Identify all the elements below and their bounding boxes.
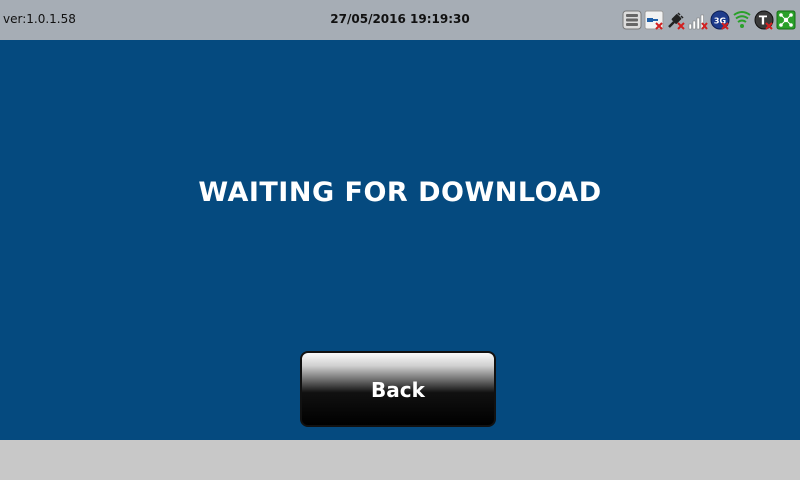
screen: ver:1.0.1.58 27/05/2016 19:19:30 3G T WA… <box>0 0 800 480</box>
main-panel: WAITING FOR DOWNLOAD Back <box>0 40 800 440</box>
svg-text:T: T <box>759 14 768 28</box>
power-plug-disconnected-icon <box>668 12 685 30</box>
status-icon-tray: 3G T <box>622 9 796 31</box>
database-icon <box>622 10 642 30</box>
signal-strength-none-icon <box>688 14 708 30</box>
status-bar: ver:1.0.1.58 27/05/2016 19:19:30 3G T <box>0 0 800 40</box>
wifi-icon <box>733 11 751 28</box>
t-disconnected-icon: T <box>754 10 774 30</box>
status-message: WAITING FOR DOWNLOAD <box>198 177 602 208</box>
3g-disconnected-icon: 3G <box>710 10 730 30</box>
back-button[interactable]: Back <box>300 351 496 427</box>
usb-disconnected-icon <box>644 10 664 30</box>
network-icon <box>776 10 796 30</box>
footer-bar <box>0 440 800 480</box>
